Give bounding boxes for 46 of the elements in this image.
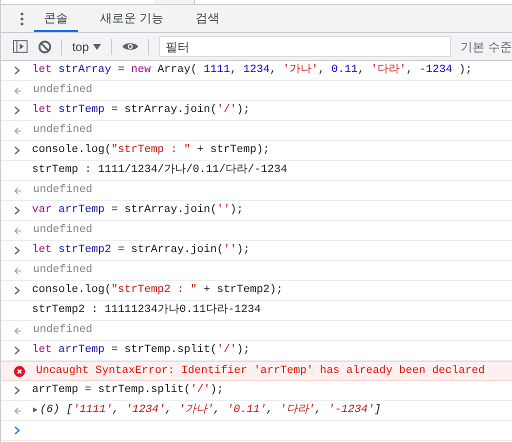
input-chevron-icon	[14, 66, 21, 75]
input-chevron-icon	[14, 146, 21, 155]
console-output: undefined	[33, 83, 92, 98]
console-output: undefined	[33, 263, 92, 278]
return-arrow-icon	[14, 406, 22, 414]
code-line: let strTemp2 = strArray.join('');	[32, 243, 250, 258]
prompt-chevron-icon	[14, 426, 21, 435]
return-arrow-icon	[14, 126, 22, 134]
input-chevron-icon	[14, 106, 21, 115]
console-output: (6) ['1111', '1234', '가나', '0.11', '다라', '-1234']	[40, 402, 381, 418]
filter-field[interactable]: 필터	[159, 36, 451, 57]
return-arrow-icon	[14, 86, 22, 94]
console-output: strTemp2 : 11111234가나0.11다라-1234	[32, 302, 261, 318]
error-icon	[14, 366, 25, 376]
input-chevron-icon	[14, 386, 21, 395]
panel-tab[interactable]: 검색	[185, 5, 230, 32]
input-chevron-icon	[14, 206, 21, 215]
error-message: Uncaught SyntaxError: Identifier 'arrTemp' has already been declared	[36, 364, 485, 379]
input-chevron-icon	[14, 346, 21, 355]
code-line: console.log("strTemp : " + strTemp);	[32, 143, 270, 158]
more-menu-icon[interactable]	[20, 12, 24, 26]
console-output: strTemp : 1111/1234/가나/0.11/다라/-1234	[32, 162, 288, 178]
code-line: var arrTemp = strArray.join('');	[32, 203, 244, 218]
context-dropdown[interactable]: top	[72, 38, 101, 56]
dropdown-caret-icon	[92, 44, 101, 50]
code-line: let strArray = new Array( 1111, 1234, '가나', 0.11, '다라', -1234 );	[32, 62, 472, 78]
code-line: console.log("strTemp2 : " + strTemp2);	[32, 283, 283, 298]
eye-icon[interactable]	[122, 41, 138, 52]
sidebar-toggle-icon[interactable]	[13, 40, 28, 53]
console-output: undefined	[33, 323, 92, 338]
log-levels-dropdown[interactable]: 기본 수준	[460, 38, 512, 56]
return-arrow-icon	[14, 326, 22, 334]
console-output: undefined	[33, 223, 92, 238]
expand-triangle[interactable]: ▶	[33, 404, 38, 416]
console-output: undefined	[33, 123, 92, 138]
console-output: undefined	[33, 183, 92, 198]
panel-tab[interactable]: 새로운 기능	[90, 5, 174, 32]
input-chevron-icon	[14, 286, 21, 295]
code-line: arrTemp = strTemp.split('/');	[32, 383, 224, 398]
return-arrow-icon	[14, 186, 22, 194]
code-line: let strTemp = strArray.join('/');	[32, 103, 250, 118]
code-line: let arrTemp = strTemp.split('/');	[32, 343, 250, 358]
clear-console-icon[interactable]	[38, 40, 52, 54]
return-arrow-icon	[14, 266, 22, 274]
input-chevron-icon	[14, 246, 21, 255]
return-arrow-icon	[14, 226, 22, 234]
